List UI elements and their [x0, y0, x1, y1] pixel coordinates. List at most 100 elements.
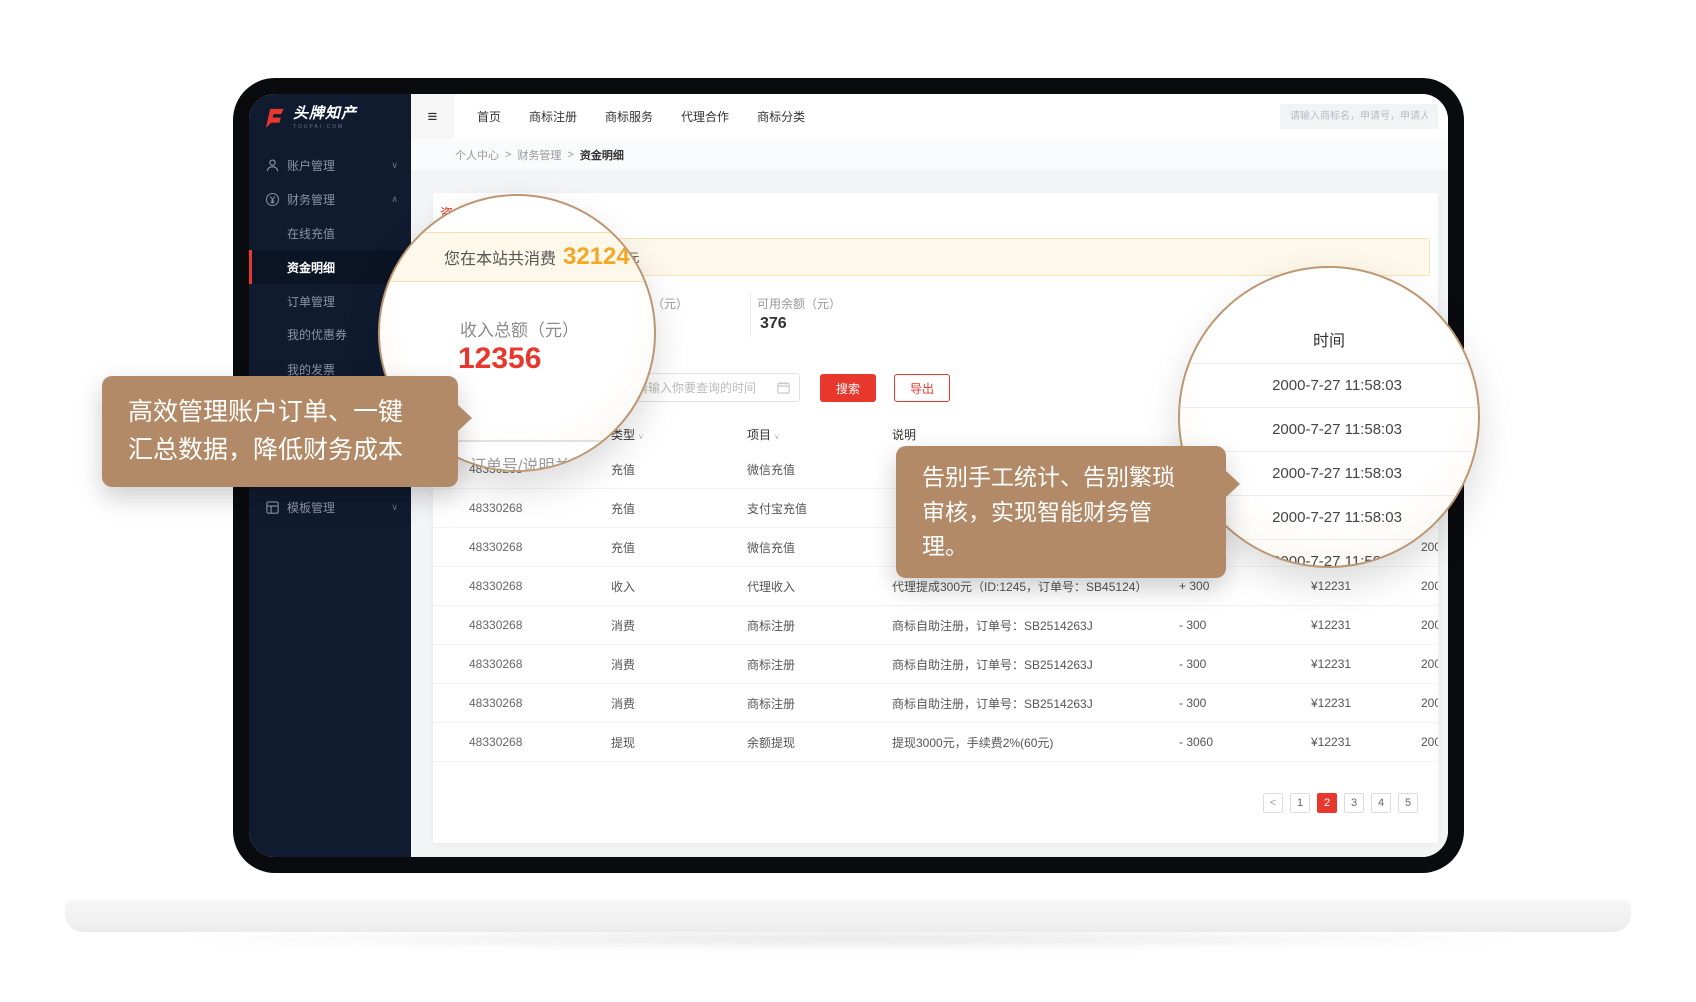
- pagination-page-1[interactable]: 1: [1290, 793, 1310, 813]
- cell-desc: 代理提成300元（ID:1245，订单号：SB45124）: [892, 578, 1179, 595]
- pagination-page-5[interactable]: 5: [1398, 793, 1418, 813]
- cell-balance: ¥12231: [1311, 735, 1421, 749]
- page: 头牌知产 TOUPAI.COM 账户管理 ∨ 财务管理 ∧: [0, 0, 1696, 1002]
- sidebar-item-label: 财务管理: [287, 191, 335, 208]
- breadcrumb: 个人中心 > 财务管理 > 资金明细: [411, 139, 1448, 170]
- cell-amount: - 300: [1179, 657, 1311, 671]
- cell-type: 消费: [611, 617, 747, 634]
- cell-type: 充值: [611, 500, 747, 517]
- cell-amount: + 300: [1179, 579, 1311, 593]
- cell-time: 2000-7-27 11:58:03: [1421, 696, 1438, 710]
- breadcrumb-current: 资金明细: [580, 147, 624, 163]
- sort-icon[interactable]: ∨: [774, 432, 780, 441]
- pagination: < 1 2 3 4 5: [1263, 793, 1418, 813]
- chevron-down-icon: ∨: [391, 160, 398, 171]
- search-button[interactable]: 搜索: [820, 374, 876, 402]
- hamburger-icon[interactable]: ≡: [411, 94, 454, 139]
- cell-desc: 商标自助注册，订单号：SB2514263J: [892, 695, 1179, 712]
- chevron-down-icon: ∨: [391, 502, 398, 513]
- breadcrumb-item[interactable]: 个人中心: [455, 147, 499, 163]
- cell-project: 余额提现: [747, 734, 892, 751]
- cell-project: 商标注册: [747, 656, 892, 673]
- cell-project: 商标注册: [747, 617, 892, 634]
- nav-item-trademark-services[interactable]: 商标服务: [605, 108, 653, 125]
- pagination-page-3[interactable]: 3: [1344, 793, 1364, 813]
- pagination-page-4[interactable]: 4: [1371, 793, 1391, 813]
- cell-desc: 商标自助注册，订单号：SB2514263J: [892, 617, 1179, 634]
- cell-type: 消费: [611, 656, 747, 673]
- cell-time: 2000-7-27 11:58:03: [1421, 579, 1438, 593]
- time-query-input[interactable]: [625, 373, 800, 402]
- callout-right: 告别手工统计、告别繁琐 审核，实现智能财务管 理。: [896, 446, 1226, 578]
- cell-order: 48330268: [469, 696, 611, 710]
- cell-amount: - 300: [1179, 618, 1311, 632]
- top-navbar: ≡ 首页 商标注册 商标服务 代理合作 商标分类: [411, 94, 1448, 139]
- search-input[interactable]: [1280, 104, 1438, 129]
- cell-order: 48330268: [469, 618, 611, 632]
- brand-subtitle: TOUPAI.COM: [293, 124, 357, 130]
- export-button[interactable]: 导出: [894, 374, 950, 402]
- cell-balance: ¥12231: [1311, 657, 1421, 671]
- table-row: 48330268消费商标注册商标自助注册，订单号：SB2514263J- 300…: [433, 684, 1438, 723]
- cell-type: 收入: [611, 578, 747, 595]
- cell-project: 微信充值: [747, 539, 892, 556]
- cell-amount: - 3060: [1179, 735, 1311, 749]
- nav-item-trademark-category[interactable]: 商标分类: [757, 108, 805, 125]
- breadcrumb-item[interactable]: 财务管理: [517, 147, 561, 163]
- magnified-time-row: 2000-7-27 11:58:03: [1180, 408, 1478, 452]
- nav-item-trademark-register[interactable]: 商标注册: [529, 108, 577, 125]
- magnified-banner-text: 您在本站共消费: [444, 245, 556, 269]
- cell-time: 2000-7-27 11:58:03: [1421, 735, 1438, 749]
- brand-logo: 头牌知产 TOUPAI.COM: [263, 106, 357, 130]
- cell-balance: ¥12231: [1311, 579, 1421, 593]
- cell-project: 微信充值: [747, 461, 892, 478]
- magnified-income-value: 12356: [458, 342, 541, 376]
- sidebar-item-label: 在线充值: [287, 225, 335, 242]
- cell-order: 48330268: [469, 735, 611, 749]
- brand-p-icon: [263, 107, 286, 130]
- magnified-time-row: 2000-7-27 11:58:03: [1180, 364, 1478, 408]
- stat-middle-label: （元）: [652, 295, 688, 312]
- table-row: 48330268消费商标注册商标自助注册，订单号：SB2514263J- 300…: [433, 645, 1438, 684]
- header-project[interactable]: 项目∨: [747, 426, 892, 443]
- sidebar-item-label: 模板管理: [287, 499, 335, 516]
- sidebar-item-account[interactable]: 账户管理 ∨: [249, 148, 411, 182]
- cell-time: 2000-7-27 11:58:03: [1421, 618, 1438, 632]
- calendar-icon[interactable]: [777, 381, 790, 394]
- cell-project: 代理收入: [747, 578, 892, 595]
- stat-balance-value: 376: [760, 315, 787, 333]
- cell-balance: ¥12231: [1311, 696, 1421, 710]
- cell-desc: 提现3000元，手续费2%(60元): [892, 734, 1179, 751]
- sidebar-item-label: 账户管理: [287, 157, 335, 174]
- cell-balance: ¥12231: [1311, 618, 1421, 632]
- finance-icon: [265, 192, 280, 207]
- callout-left: 高效管理账户订单、一键 汇总数据，降低财务成本: [102, 376, 458, 487]
- laptop-base: [65, 899, 1631, 932]
- sidebar-item-label: 订单管理: [287, 293, 335, 310]
- nav-menu: 首页 商标注册 商标服务 代理合作 商标分类: [477, 94, 805, 139]
- sidebar-item-templates[interactable]: 模板管理 ∨: [249, 490, 411, 524]
- stat-balance-label: 可用余额（元）: [757, 295, 841, 312]
- cell-time: 2000-7-27 11:58:03: [1421, 657, 1438, 671]
- table-row: 48330268提现余额提现提现3000元，手续费2%(60元)- 3060¥1…: [433, 723, 1438, 762]
- nav-item-home[interactable]: 首页: [477, 108, 501, 125]
- cell-desc: 商标自助注册，订单号：SB2514263J: [892, 656, 1179, 673]
- cell-amount: - 300: [1179, 696, 1311, 710]
- cell-order: 48330268: [469, 540, 611, 554]
- magnified-banner: 您在本站共消费 32124: [378, 232, 656, 282]
- cell-order: 48330268: [469, 657, 611, 671]
- magnified-keyword-input: 订单号/说明关键...: [454, 440, 656, 472]
- template-icon: [265, 500, 280, 515]
- stat-divider: [750, 293, 751, 337]
- cell-order: 48330268: [469, 579, 611, 593]
- magnified-income-label: 收入总额（元）: [460, 316, 579, 341]
- pagination-prev-button[interactable]: <: [1263, 793, 1283, 813]
- pagination-page-2-active[interactable]: 2: [1317, 793, 1337, 813]
- table-row: 48330268消费商标注册商标自助注册，订单号：SB2514263J- 300…: [433, 606, 1438, 645]
- cell-project: 商标注册: [747, 695, 892, 712]
- breadcrumb-separator: >: [567, 149, 573, 161]
- nav-item-agent-cooperation[interactable]: 代理合作: [681, 108, 729, 125]
- magnified-banner-amount: 32124: [563, 243, 630, 271]
- sidebar-item-finance[interactable]: 财务管理 ∧: [249, 182, 411, 216]
- sidebar-item-label: 我的发票: [287, 361, 335, 378]
